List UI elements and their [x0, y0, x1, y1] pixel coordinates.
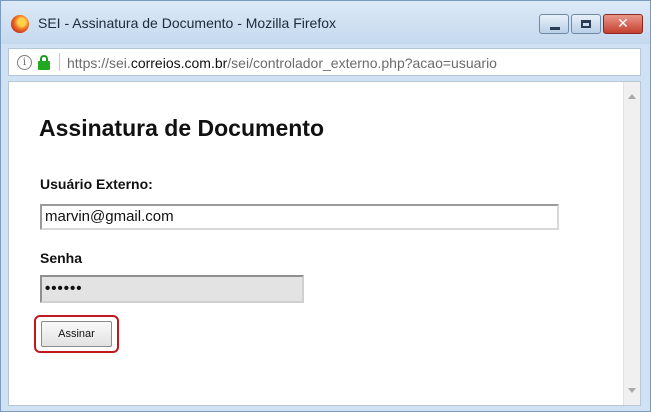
url-text[interactable]: https://sei.correios.com.br/sei/controla… — [67, 55, 497, 71]
url-domain: correios.com.br — [130, 55, 228, 71]
password-label: Senha — [40, 250, 83, 266]
browser-window: SEI - Assinatura de Documento - Mozilla … — [0, 0, 651, 412]
minimize-icon — [550, 27, 560, 30]
page-content: Assinatura de Documento Usuário Externo:… — [8, 81, 641, 406]
title-bar[interactable]: SEI - Assinatura de Documento - Mozilla … — [1, 1, 650, 44]
scroll-down-icon[interactable] — [628, 388, 636, 393]
user-input[interactable]: marvin@gmail.com — [40, 204, 559, 230]
window-title: SEI - Assinatura de Documento - Mozilla … — [38, 15, 337, 31]
maximize-icon — [581, 20, 591, 28]
address-bar[interactable]: i https://sei.correios.com.br/sei/contro… — [8, 48, 641, 76]
window-controls: ✕ — [539, 14, 643, 34]
password-input[interactable]: •••••• — [40, 275, 304, 303]
url-prefix: https://sei. — [67, 55, 131, 71]
firefox-icon — [11, 15, 29, 33]
close-icon: ✕ — [617, 16, 629, 32]
sign-button[interactable]: Assinar — [41, 321, 112, 347]
lock-icon[interactable] — [38, 55, 50, 70]
close-button[interactable]: ✕ — [603, 14, 643, 34]
page-title: Assinatura de Documento — [39, 115, 324, 141]
info-icon[interactable]: i — [17, 55, 32, 70]
vertical-scrollbar[interactable] — [623, 82, 640, 405]
scroll-up-icon[interactable] — [628, 94, 636, 99]
url-separator — [59, 53, 60, 71]
maximize-button[interactable] — [571, 14, 601, 34]
url-path: /sei/controlador_externo.php?acao=usuari… — [227, 55, 497, 71]
minimize-button[interactable] — [539, 14, 569, 34]
user-label: Usuário Externo: — [40, 176, 153, 192]
